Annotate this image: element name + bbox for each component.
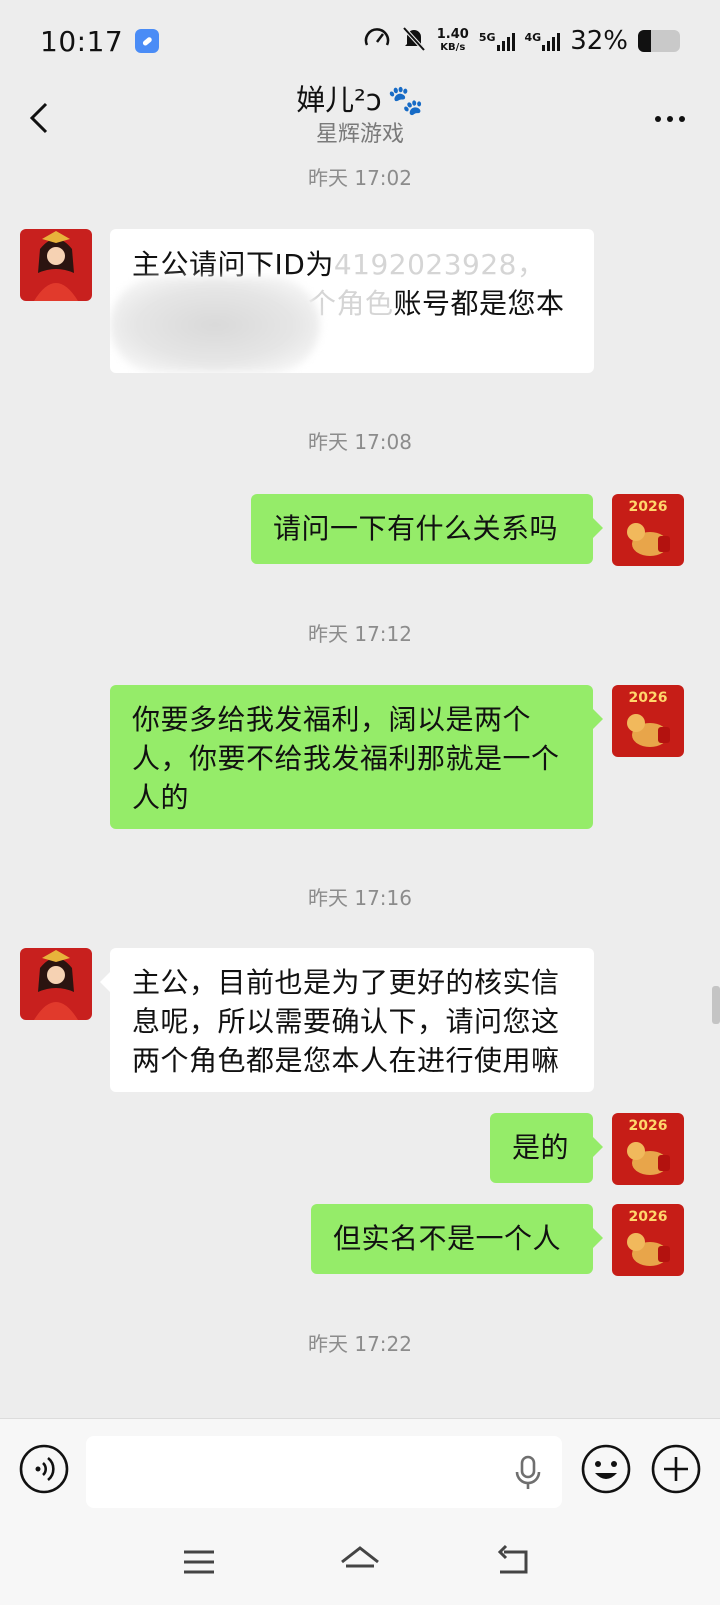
chat-title-text: 婵儿²ↄ: [296, 83, 382, 117]
app-notification-icon: [135, 29, 160, 53]
privacy-blur: [110, 277, 320, 373]
status-bar: 10:17 1.40 KB/s 5G 4G 32%: [0, 0, 720, 82]
plus-circle-icon: [651, 1444, 701, 1494]
message-text-faded: 4192023928，: [333, 248, 546, 281]
incoming-message-bubble[interactable]: 主公请问下ID为4192023928， 个角色账号都是您本: [110, 229, 594, 373]
message-timestamp: 昨天 17:12: [308, 622, 412, 646]
chat-title: 婵儿²ↄ 🐾: [296, 82, 424, 118]
status-time: 10:17: [40, 24, 124, 58]
outgoing-message-bubble[interactable]: 是的: [490, 1113, 603, 1183]
battery-icon: [638, 30, 680, 52]
smiley-icon: [581, 1444, 631, 1494]
chat-header: 婵儿²ↄ 🐾 星辉游戏: [0, 82, 720, 158]
message-text: 但实名不是一个人: [333, 1222, 562, 1255]
message-text: 主公，目前也是为了更好的核实信息呢，所以需要确认下，请问您这两个角色都是您本人在…: [132, 966, 560, 1077]
menu-lines-icon: [184, 1550, 214, 1574]
more-options-button[interactable]: [650, 104, 690, 134]
message-timestamp: 昨天 17:22: [308, 1332, 412, 1356]
signal-4g: 4G: [525, 31, 561, 51]
net2-label: 4G: [524, 31, 542, 44]
back-arrow-icon: [497, 1544, 528, 1574]
more-dots-icon: [655, 116, 685, 122]
chat-input-bar: [0, 1418, 720, 1522]
incoming-message-bubble[interactable]: 主公，目前也是为了更好的核实信息呢，所以需要确认下，请问您这两个角色都是您本人在…: [100, 948, 594, 1092]
emoji-button[interactable]: [580, 1443, 632, 1495]
recent-apps-button[interactable]: [180, 1544, 220, 1580]
speed-unit: KB/s: [440, 42, 466, 53]
voice-mode-button[interactable]: [18, 1443, 70, 1495]
chat-subtitle: 星辉游戏: [315, 122, 404, 147]
message-text: 你要多给我发福利，阔以是两个人，你要不给我发福利那就是一个人的: [132, 703, 560, 814]
message-timestamp: 昨天 17:08: [308, 430, 412, 454]
home-icon: [341, 1546, 379, 1568]
avatar-badge-text: 2026: [629, 1118, 668, 1134]
battery-percent: 32%: [570, 26, 628, 56]
more-functions-button[interactable]: [650, 1443, 702, 1495]
signal-bars-icon: [542, 31, 561, 51]
my-avatar[interactable]: 2026: [612, 685, 684, 757]
system-navigation-bar: [0, 1522, 720, 1605]
avatar-badge-text: 2026: [629, 690, 668, 706]
contact-avatar[interactable]: [20, 229, 92, 301]
outgoing-message-bubble[interactable]: 请问一下有什么关系吗: [251, 494, 603, 564]
message-text-visible: 账号都是您本: [393, 287, 565, 320]
message-list[interactable]: 昨天 17:02 主公请问下ID为4192023928， 个角色账号都是您本 昨…: [0, 158, 720, 1418]
network-speed: 1.40 KB/s: [437, 28, 469, 54]
home-button[interactable]: [338, 1544, 379, 1580]
scrollbar-thumb[interactable]: [712, 986, 720, 1024]
battery-fill: [638, 30, 652, 52]
speedometer-icon: [363, 25, 391, 57]
avatar-badge-text: 2026: [629, 1209, 668, 1225]
back-nav-button[interactable]: [494, 1544, 534, 1580]
message-text: 是的: [512, 1131, 570, 1164]
my-avatar[interactable]: 2026: [612, 494, 684, 566]
message-text: 请问一下有什么关系吗: [273, 512, 559, 545]
signal-5g: 5G: [479, 31, 515, 51]
avatar-badge-text: 2026: [629, 499, 668, 515]
signal-bars-icon: [496, 31, 515, 51]
message-input[interactable]: [86, 1436, 562, 1508]
message-timestamp: 昨天 17:16: [308, 886, 412, 910]
message-timestamp: 昨天 17:02: [308, 166, 412, 190]
speed-value: 1.40: [436, 27, 469, 42]
microphone-icon[interactable]: [512, 1455, 544, 1491]
my-avatar[interactable]: 2026: [612, 1113, 684, 1185]
mute-bell-icon: [401, 25, 427, 57]
outgoing-message-bubble[interactable]: 但实名不是一个人: [311, 1204, 603, 1274]
message-text-faded: 个角色: [308, 287, 394, 320]
outgoing-message-bubble[interactable]: 你要多给我发福利，阔以是两个人，你要不给我发福利那就是一个人的: [110, 685, 603, 829]
paw-emoji: 🐾: [387, 83, 424, 117]
voice-icon: [19, 1444, 69, 1494]
contact-avatar[interactable]: [20, 948, 92, 1020]
net1-label: 5G: [478, 31, 496, 44]
my-avatar[interactable]: 2026: [612, 1204, 684, 1276]
